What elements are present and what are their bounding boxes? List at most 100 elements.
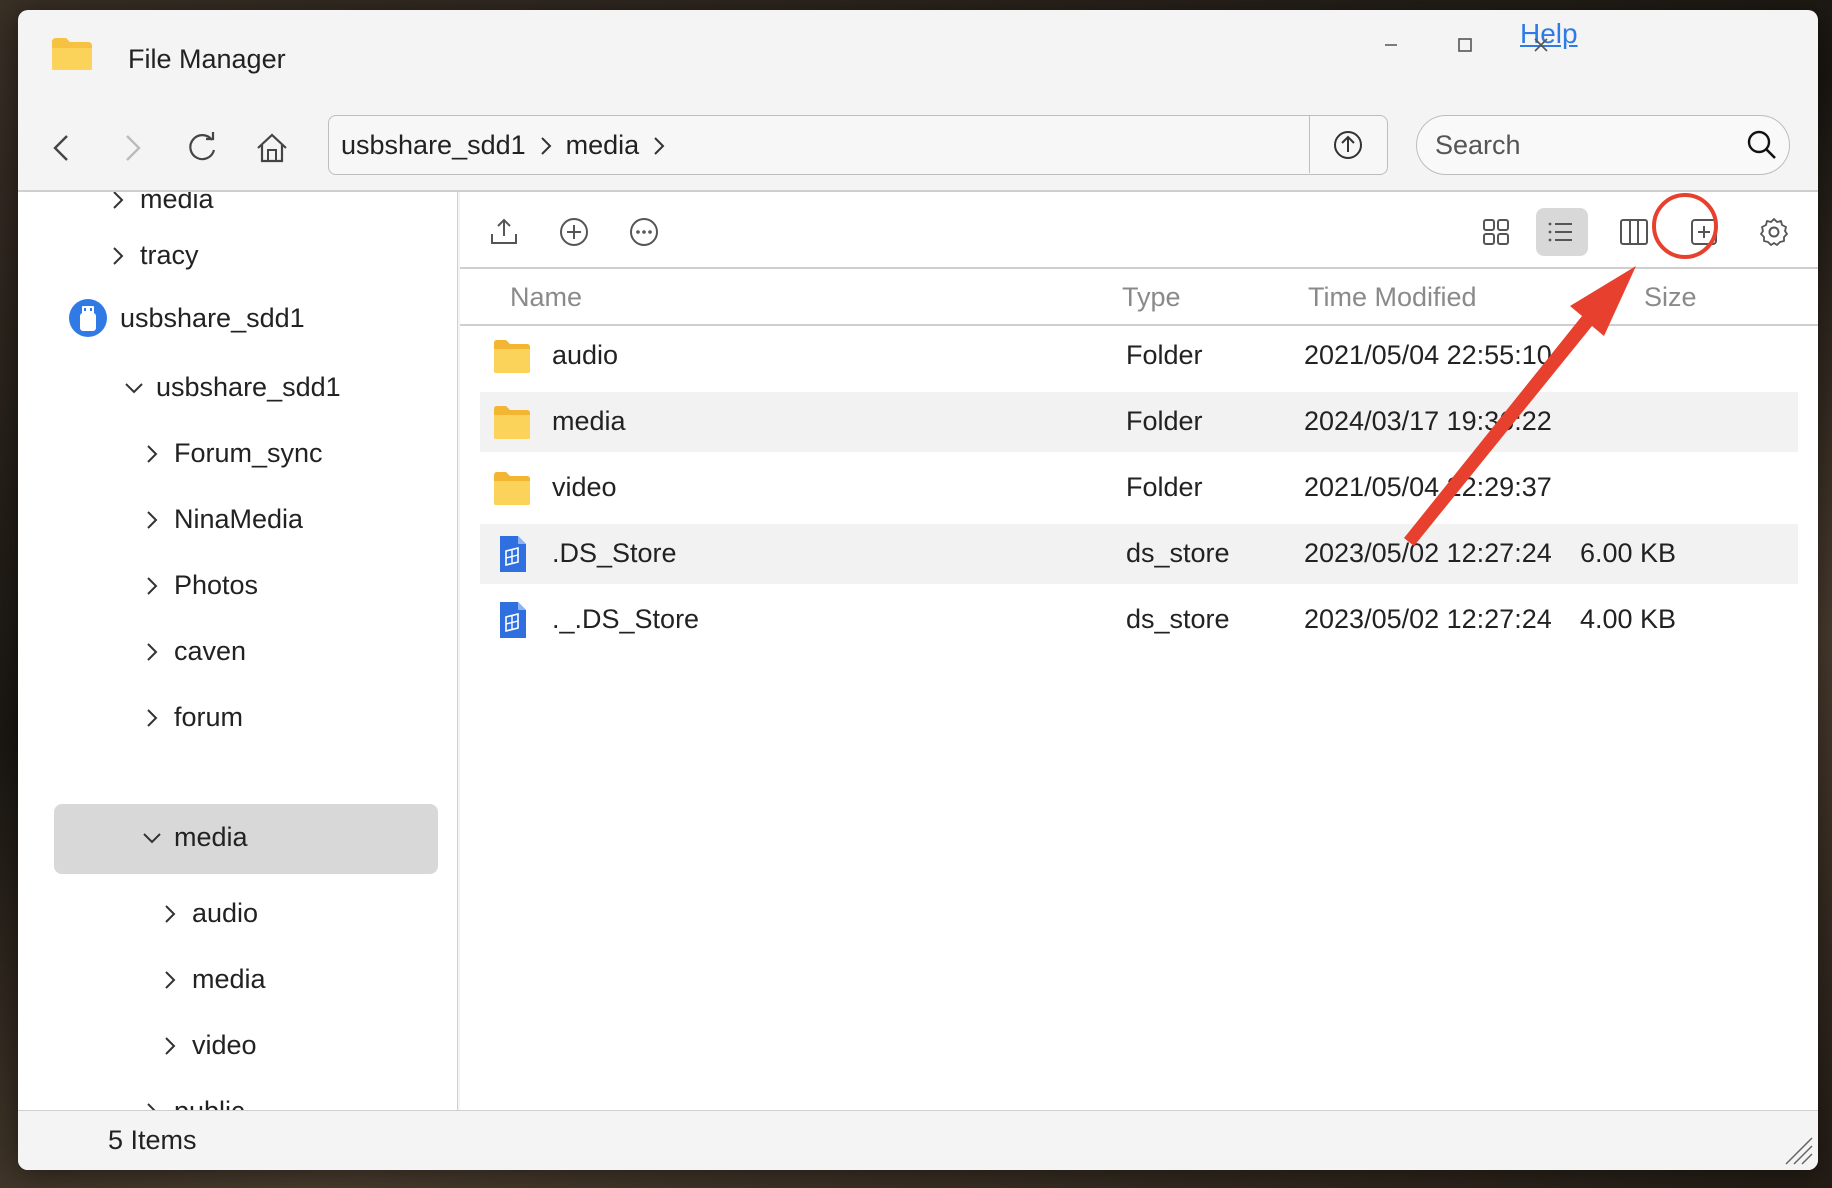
home-icon (257, 133, 287, 163)
sidebar-item-usbshare[interactable]: usbshare_sdd1 (122, 372, 341, 403)
maximize-button[interactable] (1450, 30, 1480, 60)
settings-button[interactable] (1750, 208, 1798, 256)
file-icon (500, 536, 526, 572)
file-size: 4.00 KB (1580, 604, 1677, 634)
file-type: Folder (1126, 472, 1203, 502)
chevron-right-icon (165, 970, 176, 989)
sidebar-item-label: forum (174, 702, 244, 732)
file-name: video (552, 472, 617, 502)
file-size: 6.00 KB (1580, 538, 1677, 568)
refresh-button[interactable] (182, 128, 222, 168)
parent-folder-button[interactable] (1309, 116, 1387, 173)
table-row[interactable]: ._.DS_Store ds_store 2023/05/02 12:27:24… (480, 590, 1798, 650)
file-name: .DS_Store (552, 538, 677, 568)
sidebar-item-label: tracy (140, 240, 199, 270)
file-modified: 2021/05/04 22:29:37 (1304, 472, 1552, 502)
chevron-right-icon (113, 192, 124, 209)
back-button[interactable] (42, 128, 82, 168)
close-button[interactable] (1526, 30, 1556, 60)
sidebar-item-audio[interactable]: audio (158, 898, 258, 929)
sidebar-item-label: media (174, 822, 248, 852)
item-count: 5 Items (108, 1125, 197, 1155)
sidebar-item-media[interactable]: media (106, 192, 214, 215)
minimize-icon (1385, 44, 1397, 46)
status-bar: 5 Items (18, 1110, 1818, 1170)
resize-grip-icon[interactable] (1780, 1132, 1814, 1166)
chevron-right-icon (147, 708, 158, 727)
refresh-icon (189, 132, 216, 161)
file-type: ds_store (1126, 538, 1230, 568)
add-square-icon (1691, 219, 1717, 245)
column-header-type[interactable]: Type (1122, 282, 1181, 313)
sidebar-item-video[interactable]: video (158, 1030, 257, 1061)
new-button[interactable] (550, 208, 598, 256)
file-name: ._.DS_Store (552, 604, 700, 634)
column-header-time-modified[interactable]: Time Modified (1308, 282, 1477, 313)
search-icon[interactable] (1745, 128, 1779, 162)
table-row[interactable]: video Folder 2021/05/04 22:29:37 (480, 458, 1798, 518)
home-button[interactable] (252, 128, 292, 168)
sidebar-item-label: usbshare_sdd1 (120, 302, 305, 333)
breadcrumb-item[interactable]: usbshare_sdd1 (341, 130, 526, 161)
chevron-right-icon (113, 246, 124, 265)
more-icon (630, 218, 658, 246)
upload-icon (491, 218, 517, 244)
file-name: media (552, 406, 626, 436)
folder-app-icon (52, 38, 92, 70)
forward-button[interactable] (112, 128, 152, 168)
chevron-down-icon (143, 832, 161, 843)
title-bar: File Manager Help (18, 10, 1818, 110)
sidebar-item-label: usbshare_sdd1 (156, 372, 341, 402)
window-title: File Manager (128, 44, 286, 74)
chevron-right-icon (147, 642, 158, 661)
chevron-left-icon (53, 135, 68, 161)
column-header-size[interactable]: Size (1644, 282, 1697, 313)
sidebar-item-tracy[interactable]: tracy (106, 240, 199, 271)
sidebar-item-forum-sync[interactable]: Forum_sync (140, 438, 323, 469)
sidebar-item-media-selected[interactable]: media (140, 822, 248, 853)
sidebar-item-ninamedia[interactable]: NinaMedia (140, 504, 303, 535)
chevron-right-icon (540, 136, 552, 155)
chevron-right-icon (165, 1036, 176, 1055)
file-type: Folder (1126, 340, 1203, 370)
search-input[interactable] (1435, 126, 1725, 164)
chevron-right-icon (147, 444, 158, 463)
file-modified: 2023/05/02 12:27:24 (1304, 604, 1552, 634)
usb-drive-icon (69, 299, 107, 337)
list-view-button[interactable] (1536, 208, 1588, 256)
sidebar-item-label: Photos (174, 570, 259, 600)
file-icon (500, 602, 526, 638)
file-list-pane: Name Type Time Modified Size audio Folde… (460, 192, 1818, 1110)
sidebar-item-media-sub[interactable]: media (158, 964, 266, 995)
file-name: audio (552, 340, 619, 370)
settings-icon (1760, 218, 1788, 246)
table-row[interactable]: media Folder 2024/03/17 19:36:22 (480, 392, 1798, 452)
sidebar-item-caven[interactable]: caven (140, 636, 246, 667)
sidebar-item-public[interactable]: public (140, 1096, 245, 1110)
sidebar-item-label: NinaMedia (174, 504, 304, 534)
upload-button[interactable] (480, 208, 528, 256)
maximize-icon (1458, 38, 1472, 52)
add-column-button[interactable] (1680, 208, 1728, 256)
chevron-right-icon (165, 904, 176, 923)
close-icon (1534, 38, 1548, 52)
column-view-button[interactable] (1610, 208, 1658, 256)
table-row[interactable]: .DS_Store ds_store 2023/05/02 12:27:24 6… (480, 524, 1798, 584)
more-button[interactable] (620, 208, 668, 256)
file-manager-window: File Manager Help usbshare_sdd1 media Se… (18, 10, 1818, 1170)
chevron-down-icon (125, 382, 143, 393)
breadcrumb: usbshare_sdd1 media (341, 130, 669, 161)
breadcrumb-item[interactable]: media (566, 130, 640, 161)
chevron-right-icon (654, 136, 665, 155)
sidebar-item-photos[interactable]: Photos (140, 570, 258, 601)
sidebar-tree: media tracy usbshare_sdd1 usbshare_sdd1 … (18, 192, 458, 1110)
column-header-name[interactable]: Name (510, 282, 582, 313)
sidebar-item-label: media (140, 192, 214, 214)
sidebar-item-forum[interactable]: forum (140, 702, 243, 733)
add-circle-icon (560, 218, 588, 246)
address-bar[interactable]: usbshare_sdd1 media (328, 115, 1388, 175)
grid-view-button[interactable] (1472, 208, 1520, 256)
sidebar-item-usb-device[interactable]: usbshare_sdd1 (68, 298, 305, 338)
minimize-button[interactable] (1376, 30, 1406, 60)
table-row[interactable]: audio Folder 2021/05/04 22:55:10 (480, 326, 1798, 386)
